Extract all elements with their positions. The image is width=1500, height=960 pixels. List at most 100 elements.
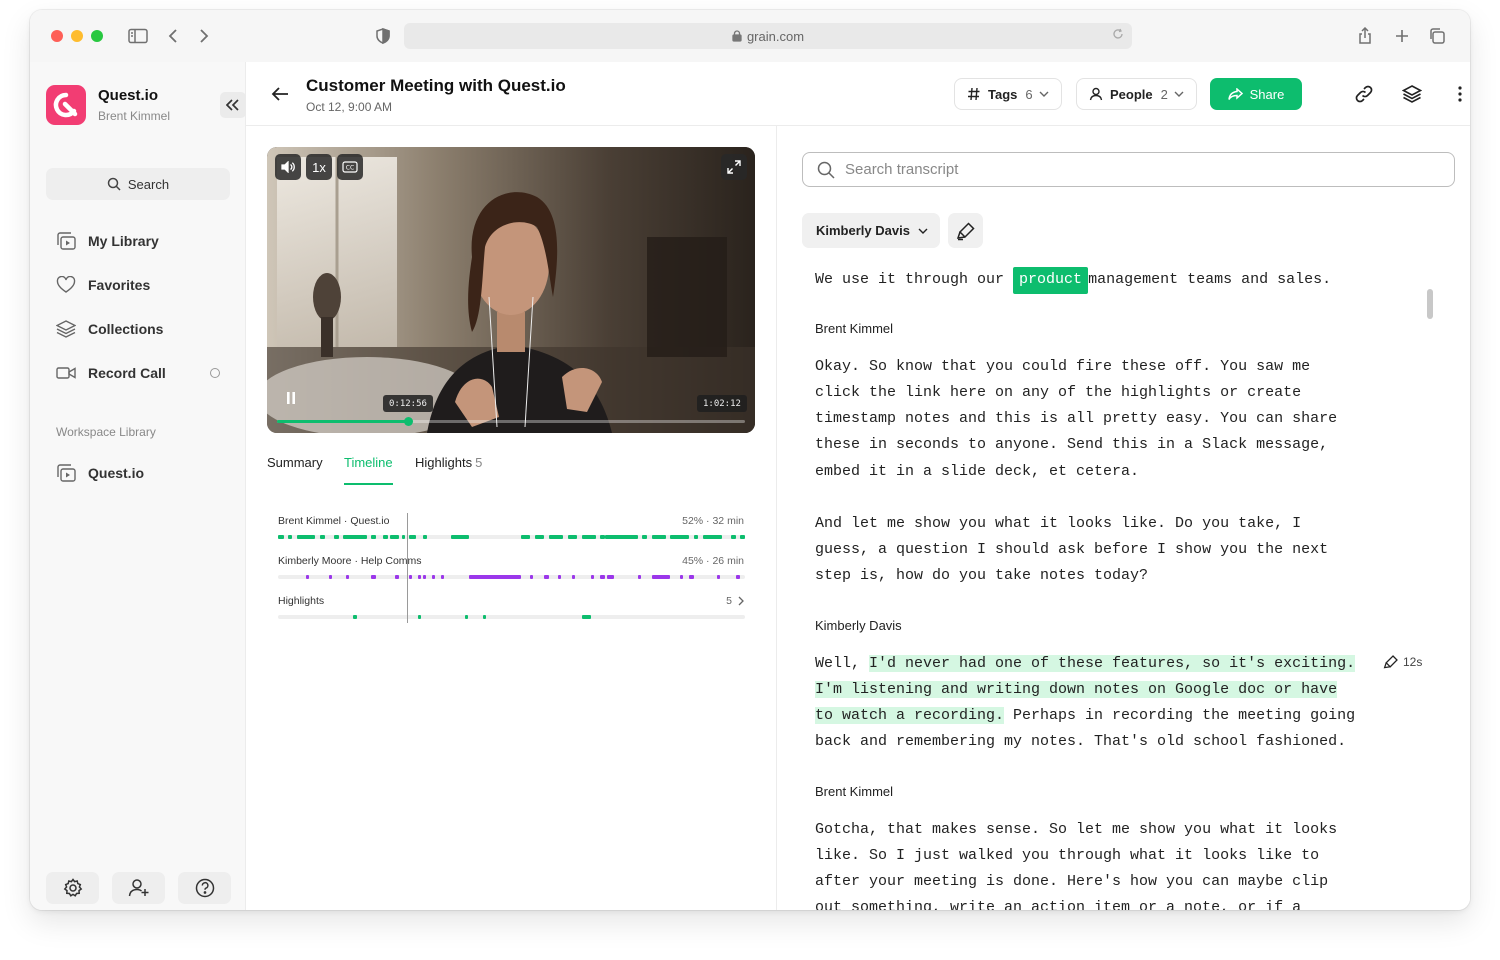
timeline-segment[interactable]	[352, 615, 358, 619]
people-dropdown[interactable]: People 2	[1076, 78, 1197, 110]
speaker-timeline-track-kimberly[interactable]	[278, 575, 745, 579]
timeline-segment[interactable]	[544, 575, 549, 579]
timeline-segment[interactable]	[432, 575, 436, 579]
timeline-segment[interactable]	[693, 535, 699, 539]
timeline-segment[interactable]	[343, 535, 367, 539]
settings-button[interactable]	[46, 872, 99, 904]
timeline-segment[interactable]	[730, 535, 736, 539]
timeline-segment[interactable]	[483, 615, 487, 619]
highlighted-text[interactable]: to watch a recording.	[815, 707, 1005, 724]
highlights-timeline-track[interactable]	[278, 615, 745, 619]
playback-speed-button[interactable]: 1x	[306, 154, 332, 180]
timeline-segment[interactable]	[418, 575, 422, 579]
speaker-timeline-track-brent[interactable]	[278, 535, 745, 539]
sidebar-item-record-call[interactable]: Record Call	[46, 355, 230, 391]
highlighted-text[interactable]: I'd never had one of these features, so …	[869, 655, 1356, 672]
timeline-segment[interactable]	[567, 535, 577, 539]
timeline-segment[interactable]	[288, 535, 292, 539]
timeline-segment[interactable]	[320, 535, 325, 539]
help-button[interactable]	[178, 872, 231, 904]
tags-dropdown[interactable]: Tags 6	[954, 78, 1062, 110]
timeline-segment[interactable]	[329, 575, 333, 579]
timeline-segment[interactable]	[735, 575, 741, 579]
highlighted-text[interactable]: I'm listening and writing down notes on …	[815, 681, 1338, 698]
search-button[interactable]: Search	[46, 168, 230, 200]
timeline-segment[interactable]	[534, 535, 545, 539]
browser-back-icon[interactable]	[161, 24, 185, 48]
tab-highlights[interactable]: Highlights 5	[415, 455, 482, 485]
timeline-segment[interactable]	[464, 615, 468, 619]
back-arrow-icon[interactable]	[268, 82, 292, 106]
sidebar-item-my-library[interactable]: My Library	[46, 223, 230, 259]
timeline-segment[interactable]	[345, 575, 349, 579]
more-vertical-icon[interactable]	[1448, 82, 1470, 106]
timeline-segment[interactable]	[278, 535, 284, 539]
tagged-word-highlight[interactable]: product	[1013, 267, 1089, 294]
timeline-segment[interactable]	[422, 535, 428, 539]
invite-user-button[interactable]	[112, 872, 165, 904]
tab-timeline[interactable]: Timeline	[344, 455, 393, 485]
timeline-segment[interactable]	[296, 535, 316, 539]
tab-overview-icon[interactable]	[1425, 24, 1449, 48]
close-window-button[interactable]	[51, 30, 63, 42]
transcript-search-field[interactable]	[802, 152, 1455, 187]
chevron-right-icon[interactable]	[738, 596, 744, 606]
timeline-segment[interactable]	[604, 535, 638, 539]
timeline-segment[interactable]	[702, 535, 722, 539]
timeline-segment[interactable]	[642, 535, 647, 539]
timeline-segment[interactable]	[401, 535, 405, 539]
timeline-segment[interactable]	[390, 535, 400, 539]
timeline-segment[interactable]	[607, 575, 615, 579]
timeline-segment[interactable]	[572, 575, 576, 579]
timeline-segment[interactable]	[450, 535, 470, 539]
transcript-search-input[interactable]	[845, 161, 1425, 178]
timeline-segment[interactable]	[520, 535, 531, 539]
address-bar[interactable]: grain.com	[404, 23, 1132, 49]
volume-icon[interactable]	[275, 154, 301, 180]
timeline-segment[interactable]	[637, 575, 641, 579]
share-page-icon[interactable]	[1353, 24, 1377, 48]
timeline-segment[interactable]	[590, 575, 594, 579]
timeline-segment[interactable]	[469, 575, 521, 579]
timeline-segment[interactable]	[688, 575, 694, 579]
sidebar-item-favorites[interactable]: Favorites	[46, 267, 230, 303]
minimize-window-button[interactable]	[71, 30, 83, 42]
sidebar-item-quest-io[interactable]: Quest.io	[46, 455, 230, 491]
highlight-clip-marker[interactable]: 12s	[1383, 654, 1422, 670]
timeline-segment[interactable]	[408, 535, 416, 539]
timeline-segment[interactable]	[371, 575, 377, 579]
timeline-segment[interactable]	[581, 535, 596, 539]
sidebar-toggle-icon[interactable]	[126, 24, 150, 48]
timeline-segment[interactable]	[408, 575, 412, 579]
timeline-segment[interactable]	[670, 535, 689, 539]
tab-summary[interactable]: Summary	[267, 455, 323, 485]
timeline-segment[interactable]	[530, 575, 534, 579]
timeline-segment[interactable]	[581, 615, 591, 619]
timeline-segment[interactable]	[548, 535, 563, 539]
transcript-scrollbar[interactable]	[1427, 289, 1433, 319]
sidebar-item-collections[interactable]: Collections	[46, 311, 230, 347]
layers-icon[interactable]	[1400, 82, 1424, 106]
speaker-filter-dropdown[interactable]: Kimberly Davis	[802, 213, 940, 248]
timeline-segment[interactable]	[334, 535, 339, 539]
timeline-segment[interactable]	[558, 575, 562, 579]
timeline-segment[interactable]	[441, 575, 445, 579]
video-progress-bar[interactable]	[277, 417, 745, 426]
highlight-tool-button[interactable]	[948, 213, 983, 248]
pause-icon[interactable]	[281, 388, 301, 408]
timeline-segment[interactable]	[651, 535, 666, 539]
link-icon[interactable]	[1352, 82, 1376, 106]
timeline-segment[interactable]	[679, 575, 683, 579]
video-scrubber-handle[interactable]	[404, 417, 414, 426]
timeline-segment[interactable]	[600, 575, 605, 579]
browser-forward-icon[interactable]	[192, 24, 216, 48]
new-tab-icon[interactable]	[1390, 24, 1414, 48]
collapse-sidebar-button[interactable]	[220, 92, 246, 118]
timeline-segment[interactable]	[716, 575, 720, 579]
closed-captions-icon[interactable]: CC	[337, 154, 363, 180]
timeline-segment[interactable]	[740, 535, 745, 539]
privacy-shield-icon[interactable]	[371, 24, 395, 48]
timeline-segment[interactable]	[383, 535, 388, 539]
timeline-segment[interactable]	[418, 615, 422, 619]
share-button[interactable]: Share	[1210, 78, 1302, 110]
